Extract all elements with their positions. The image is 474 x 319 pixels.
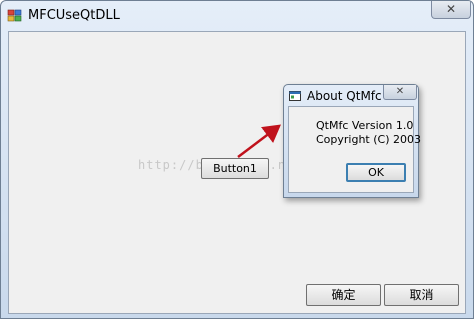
ok-button[interactable]: 确定 [306, 284, 381, 306]
window-title: MFCUseQtDLL [28, 8, 120, 23]
close-icon: ✕ [395, 86, 405, 97]
dialog-title: About QtMfc [307, 89, 382, 103]
window-close-button[interactable]: ✕ [431, 1, 471, 19]
titlebar[interactable]: MFCUseQtDLL ✕ [1, 1, 473, 31]
button1[interactable]: Button1 [201, 158, 269, 179]
version-text: QtMfc Version 1.0 [316, 119, 414, 132]
dialog-ok-button[interactable]: OK [346, 163, 406, 182]
cancel-button[interactable]: 取消 [384, 284, 459, 306]
dialog-close-button[interactable]: ✕ [383, 85, 417, 100]
close-icon: ✕ [445, 2, 457, 16]
copyright-text: Copyright (C) 2003 [316, 133, 421, 146]
app-icon [7, 9, 22, 22]
dialog-icon [289, 91, 301, 101]
about-dialog: About QtMfc ✕ QtMfc Version 1.0 Copyrigh… [283, 84, 421, 198]
dialog-client-area: QtMfc Version 1.0 Copyright (C) 2003 OK [288, 106, 421, 193]
